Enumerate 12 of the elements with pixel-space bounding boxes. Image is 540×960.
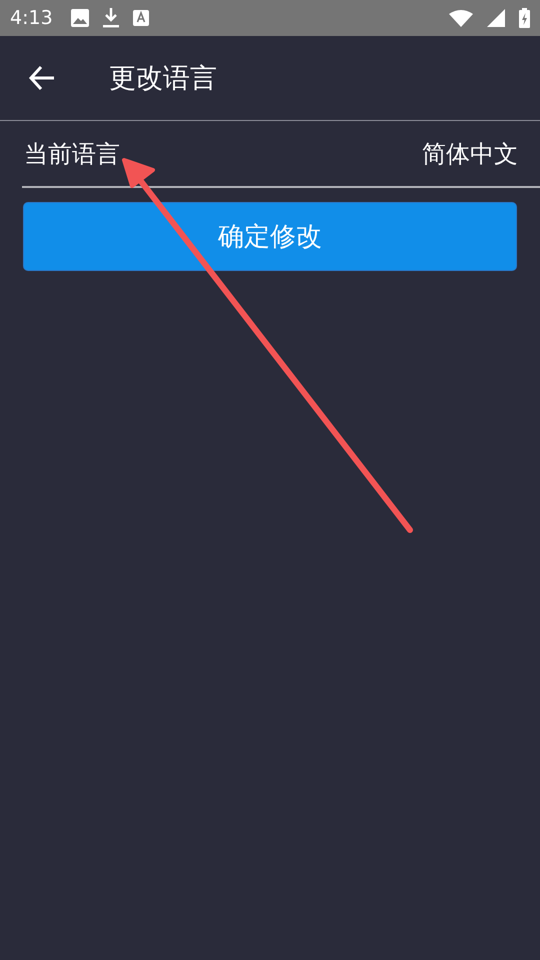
page-title: 更改语言 xyxy=(109,62,217,96)
confirm-button[interactable]: 确定修改 xyxy=(23,202,517,271)
image-icon xyxy=(70,9,89,27)
signal-icon xyxy=(487,9,505,27)
back-icon[interactable] xyxy=(28,64,56,92)
battery-icon xyxy=(519,8,530,28)
wifi-icon xyxy=(449,9,473,27)
download-icon xyxy=(102,8,119,28)
setting-label: 当前语言 xyxy=(24,138,120,170)
font-icon xyxy=(132,10,149,26)
status-time: 4:13 xyxy=(10,7,53,29)
setting-value: 简体中文 xyxy=(422,138,518,170)
